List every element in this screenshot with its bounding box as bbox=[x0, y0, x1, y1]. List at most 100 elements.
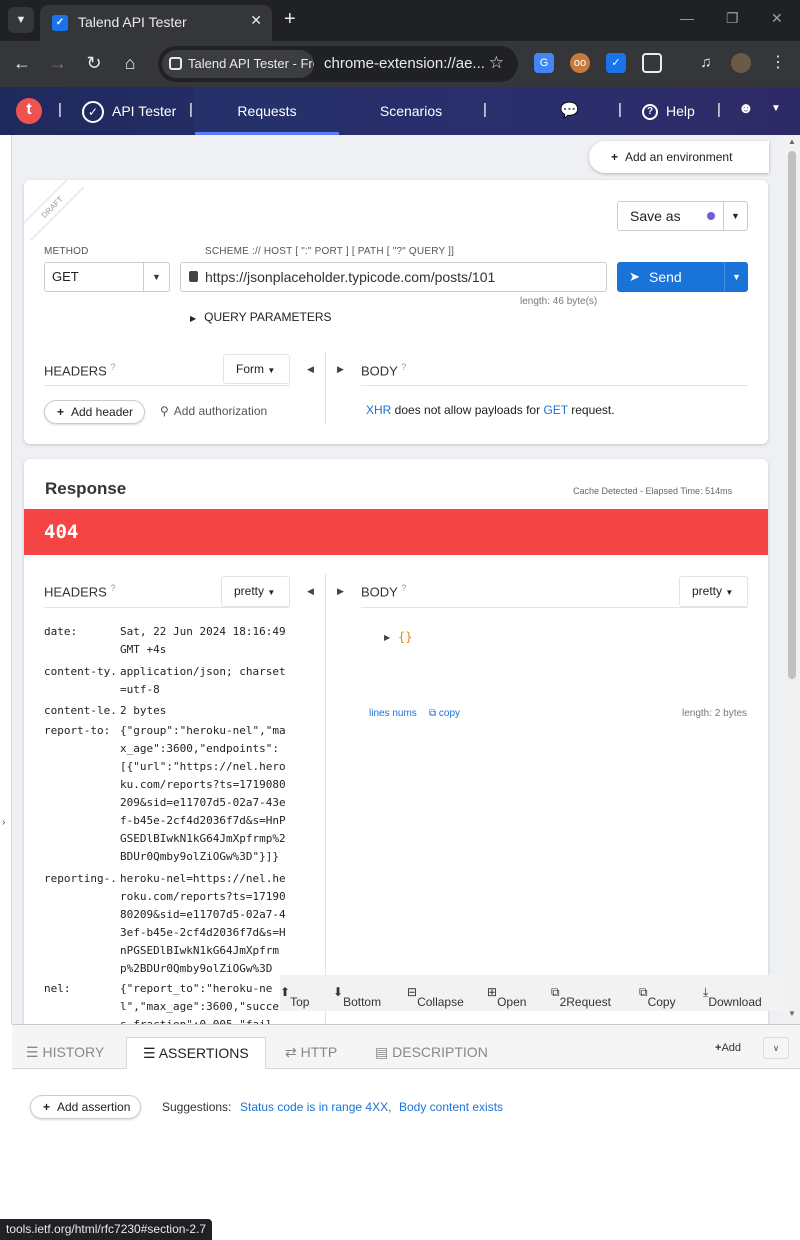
browser-menu-icon[interactable]: ⋮ bbox=[768, 53, 788, 73]
header-key: report-to: bbox=[44, 724, 111, 737]
page-scrollbar[interactable]: ▲ ▼ bbox=[784, 135, 800, 1024]
xhr-link[interactable]: XHR bbox=[366, 403, 391, 417]
description-label: DESCRIPTION bbox=[392, 1044, 488, 1060]
panel-chevron-down-icon[interactable]: ∨ bbox=[763, 1037, 789, 1059]
expand-sidebar-chevron-icon[interactable]: › bbox=[2, 817, 5, 828]
lines-nums-link[interactable]: lines nums bbox=[369, 708, 417, 719]
scroll-up-icon[interactable]: ▲ bbox=[788, 137, 796, 146]
headers-mode-select[interactable]: Form ▼ bbox=[223, 354, 290, 384]
tab-title: Talend API Tester bbox=[78, 14, 187, 30]
app-header: t | ✓ API Tester | Requests Scenarios | 💬… bbox=[0, 87, 800, 135]
url-input[interactable]: https://jsonplaceholder.typicode.com/pos… bbox=[180, 262, 607, 292]
tab-assertions[interactable]: ☰ ASSERTIONS bbox=[126, 1037, 266, 1069]
response-headers-title: HEADERS ? bbox=[44, 583, 116, 599]
send-button[interactable]: ➤ Send ▼ bbox=[617, 262, 748, 292]
send-dropdown-icon[interactable]: ▼ bbox=[724, 262, 748, 292]
profile-avatar[interactable] bbox=[731, 53, 751, 73]
to-request-button[interactable]: ⧉ 2Request bbox=[551, 985, 611, 1009]
app-brand[interactable]: ✓ API Tester bbox=[82, 99, 176, 124]
help-link[interactable]: ? Help bbox=[642, 99, 695, 123]
collapse-button[interactable]: ⊟ Collapse bbox=[407, 985, 464, 1009]
add-assertion-label: Add assertion bbox=[57, 1100, 131, 1114]
new-tab-icon[interactable]: + bbox=[284, 8, 296, 30]
book-icon: ▤ bbox=[375, 1044, 389, 1060]
response-body-title: BODY ? bbox=[361, 583, 406, 599]
url-length: length: 46 byte(s) bbox=[520, 296, 598, 307]
top-button[interactable]: ⬆ Top bbox=[280, 985, 309, 1009]
tab-scenarios[interactable]: Scenarios bbox=[339, 87, 483, 135]
help-icon[interactable]: ? bbox=[401, 362, 406, 372]
history-label: HISTORY bbox=[42, 1044, 105, 1060]
copy-body-link[interactable]: ⧉ copy bbox=[429, 708, 460, 719]
minimize-icon[interactable]: — bbox=[680, 10, 694, 26]
get-link[interactable]: GET bbox=[543, 403, 567, 417]
account-chevron-down-icon[interactable]: ▼ bbox=[771, 103, 781, 114]
add-environment-button[interactable]: + Add an environment bbox=[589, 141, 769, 173]
save-as-dropdown-icon[interactable]: ▼ bbox=[723, 202, 747, 230]
owl-extension-icon[interactable]: oo bbox=[570, 53, 590, 73]
suggestion-status-code[interactable]: Status code is in range 4XX, bbox=[240, 1100, 391, 1114]
chat-feedback-icon[interactable]: 💬 bbox=[560, 101, 579, 119]
header-key: date: bbox=[44, 625, 78, 638]
reload-icon[interactable]: ↻ bbox=[82, 52, 106, 74]
collapse-left-icon[interactable]: ◀ bbox=[307, 586, 314, 597]
header-separator: | bbox=[189, 101, 193, 118]
method-select[interactable]: GET ▼ bbox=[44, 262, 170, 292]
bookmark-star-icon[interactable]: ☆ bbox=[489, 53, 504, 73]
help-icon[interactable]: ? bbox=[110, 362, 115, 372]
browser-tab[interactable]: ✓ Talend API Tester ✕ bbox=[40, 5, 272, 41]
account-icon[interactable]: ☻ bbox=[738, 100, 754, 117]
collapse-label: Collapse bbox=[417, 995, 464, 1009]
headers-format-select[interactable]: pretty ▼ bbox=[221, 576, 290, 607]
plus-icon: + bbox=[611, 150, 619, 164]
copy-button[interactable]: ⧉ Copy bbox=[639, 985, 676, 1009]
download-button[interactable]: ⤓ Download bbox=[703, 985, 762, 1009]
translate-extension-icon[interactable]: G bbox=[534, 53, 554, 73]
help-icon[interactable]: ? bbox=[110, 583, 115, 593]
tab-description[interactable]: ▤ DESCRIPTION bbox=[375, 1037, 488, 1069]
collapse-left-icon[interactable]: ◀ bbox=[307, 364, 314, 375]
elapsed-time: Cache Detected - Elapsed Time: 514ms bbox=[573, 486, 733, 496]
collapse-right-icon[interactable]: ▶ bbox=[337, 364, 344, 375]
forward-icon[interactable]: → bbox=[46, 52, 70, 74]
tab-history[interactable]: ☰ HISTORY bbox=[26, 1037, 104, 1069]
close-window-icon[interactable]: ✕ bbox=[771, 10, 783, 27]
plus-icon: + bbox=[43, 1100, 51, 1114]
response-card: Response Cache Detected - Elapsed Time: … bbox=[24, 459, 768, 1024]
bottom-tabs: ☰ HISTORY ☰ ASSERTIONS ⇄ HTTP ▤ DESCRIPT… bbox=[12, 1025, 800, 1069]
save-as-button[interactable]: Save as ▼ bbox=[617, 201, 748, 231]
collapse-right-icon[interactable]: ▶ bbox=[337, 586, 344, 597]
tab-search-icon[interactable]: ▼ bbox=[8, 7, 34, 33]
url-text[interactable]: chrome-extension://ae... bbox=[324, 46, 485, 82]
open-button[interactable]: ⊞ Open bbox=[487, 985, 526, 1009]
scroll-down-icon[interactable]: ▼ bbox=[788, 1009, 796, 1018]
talend-extension-icon[interactable]: ✓ bbox=[606, 53, 626, 73]
back-icon[interactable]: ← bbox=[10, 52, 34, 74]
body-format-select[interactable]: pretty ▼ bbox=[679, 576, 748, 607]
tab-requests[interactable]: Requests bbox=[195, 87, 339, 135]
media-control-icon[interactable]: ♫ bbox=[696, 53, 716, 73]
close-tab-icon[interactable]: ✕ bbox=[250, 12, 262, 29]
query-parameters-toggle[interactable]: ▶ QUERY PARAMETERS bbox=[190, 310, 332, 324]
bottom-button[interactable]: ⬇ Bottom bbox=[333, 985, 381, 1009]
add-authorization-button[interactable]: ⚲ Add authorization bbox=[160, 404, 267, 418]
expand-json-icon[interactable]: ▶ bbox=[384, 633, 390, 642]
add-assertion-button[interactable]: + Add assertion bbox=[30, 1095, 141, 1119]
add-button[interactable]: +Add bbox=[715, 1042, 741, 1054]
address-bar[interactable]: Talend API Tester - Fre chrome-extension… bbox=[158, 46, 518, 82]
home-icon[interactable]: ⌂ bbox=[118, 52, 142, 74]
copy-label: Copy bbox=[647, 995, 676, 1009]
left-gutter: › bbox=[0, 135, 12, 1024]
add-header-button[interactable]: + Add header bbox=[44, 400, 145, 424]
site-chip[interactable]: Talend API Tester - Fre bbox=[162, 50, 314, 78]
header-key: content-le... bbox=[44, 704, 118, 717]
scrollbar-thumb[interactable] bbox=[788, 151, 796, 679]
tab-http[interactable]: ⇄ HTTP bbox=[285, 1037, 337, 1069]
body-message: XHR does not allow payloads for GET requ… bbox=[366, 403, 615, 417]
help-icon[interactable]: ? bbox=[401, 583, 406, 593]
header-value: application/json; charset=utf-8 bbox=[120, 665, 286, 696]
suggestion-body-content[interactable]: Body content exists bbox=[399, 1100, 503, 1114]
restore-icon[interactable]: ❐ bbox=[726, 10, 739, 27]
extensions-puzzle-icon[interactable] bbox=[642, 53, 662, 73]
to-request-label: 2Request bbox=[559, 995, 611, 1009]
